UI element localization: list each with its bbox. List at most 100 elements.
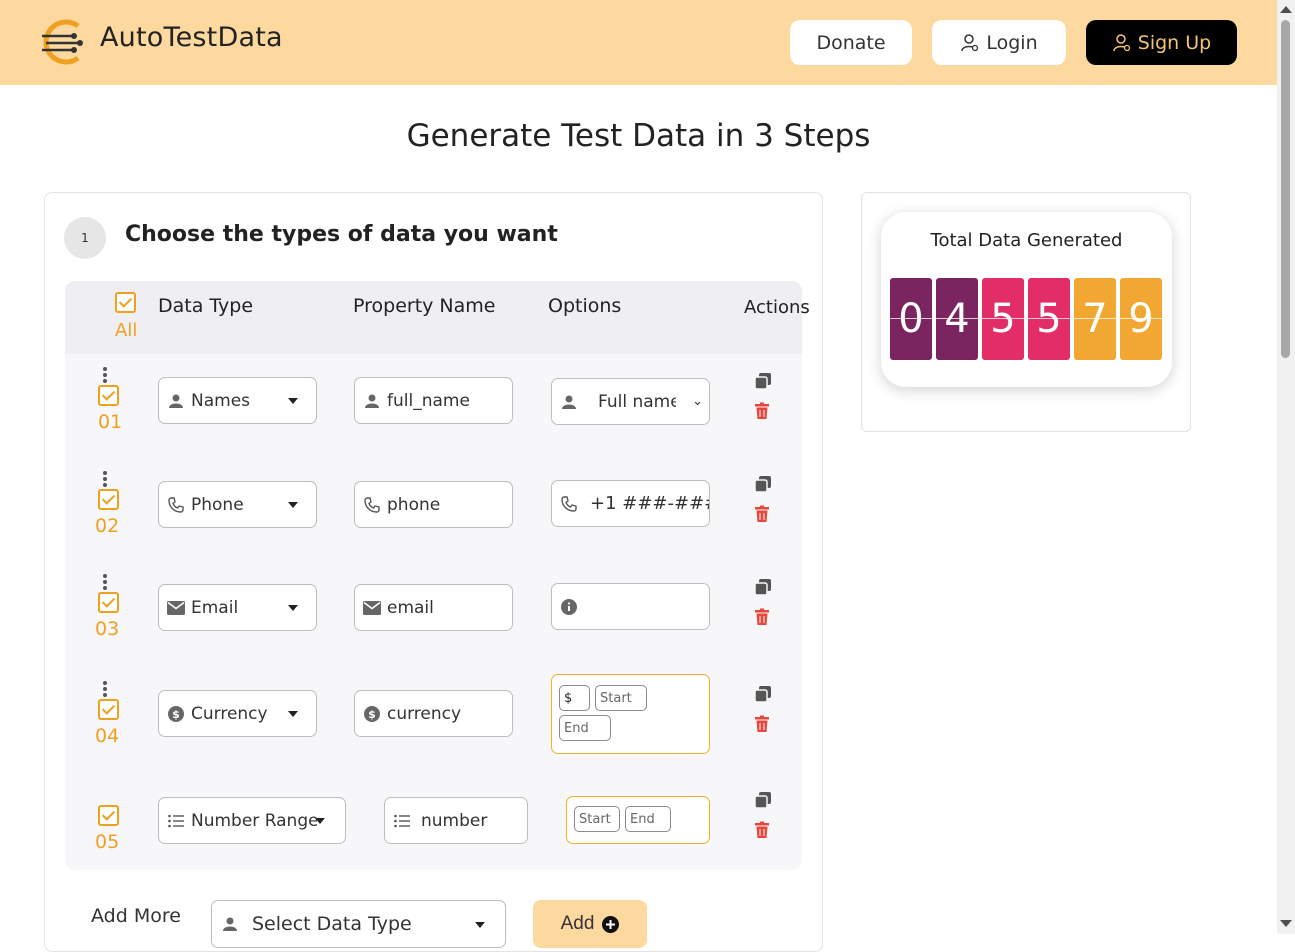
row-number: 03 — [95, 618, 120, 640]
row-number: 05 — [95, 831, 120, 853]
mail-icon — [363, 599, 381, 617]
signup-button[interactable]: Sign Up — [1086, 20, 1237, 65]
email-option-input[interactable] — [551, 583, 710, 630]
option-value: Full name — [598, 391, 676, 412]
data-type-value: Phone — [191, 494, 244, 515]
scroll-up-arrow-icon[interactable] — [1280, 6, 1292, 13]
row-checkbox[interactable] — [98, 385, 119, 406]
step-title: Choose the types of data you want — [125, 222, 558, 247]
row-checkbox[interactable] — [98, 699, 119, 720]
counter-digit: 9 — [1120, 278, 1162, 360]
trash-icon[interactable] — [753, 715, 771, 733]
phone-format-input[interactable]: +1 ###-###-#### — [551, 480, 710, 527]
list-icon — [393, 812, 411, 830]
login-button[interactable]: Login — [932, 20, 1066, 65]
select-all-label: All — [115, 320, 138, 341]
row-checkbox[interactable] — [98, 805, 119, 826]
counter-digit: 0 — [890, 278, 932, 360]
dollar-icon: $ — [167, 705, 185, 723]
drag-handle-icon[interactable] — [103, 367, 107, 383]
svg-text:$: $ — [172, 708, 180, 721]
option-select[interactable]: Full name ⌄ — [551, 378, 710, 425]
signup-label: Sign Up — [1137, 31, 1212, 54]
data-type-select[interactable]: Email — [158, 584, 317, 631]
copy-icon[interactable] — [754, 685, 772, 703]
row-checkbox[interactable] — [98, 489, 119, 510]
range-end-input[interactable]: End — [625, 806, 671, 832]
property-name-input[interactable]: email — [354, 584, 513, 631]
data-type-value: Number Range — [191, 810, 317, 831]
data-type-value: Currency — [191, 703, 268, 724]
data-type-select[interactable]: Number Range — [158, 797, 346, 844]
logo-icon[interactable] — [38, 16, 90, 68]
user-signup-icon — [1113, 33, 1130, 51]
property-name-value: number — [421, 810, 488, 831]
list-icon — [167, 812, 185, 830]
info-icon — [560, 598, 578, 616]
property-name-value: currency — [387, 703, 462, 724]
counter-divider — [890, 318, 1162, 319]
scroll-down-arrow-icon[interactable] — [1280, 920, 1292, 927]
trash-icon[interactable] — [753, 505, 771, 523]
currency-symbol-input[interactable]: $ — [559, 685, 590, 711]
data-type-select[interactable]: Names — [158, 377, 317, 424]
caret-down-icon — [288, 398, 298, 404]
counter-digit: 4 — [936, 278, 978, 360]
user-login-icon — [961, 33, 979, 51]
trash-icon[interactable] — [753, 821, 771, 839]
caret-down-icon — [315, 818, 325, 824]
add-button[interactable]: Add — [533, 900, 647, 948]
donate-button[interactable]: Donate — [790, 20, 912, 65]
column-header-data-type: Data Type — [158, 295, 254, 317]
plus-circle-icon — [602, 915, 620, 933]
counter-digit: 5 — [982, 278, 1024, 360]
select-all-checkbox[interactable] — [115, 292, 136, 313]
caret-down-icon — [288, 605, 298, 611]
property-name-value: full_name — [387, 390, 470, 411]
row-checkbox[interactable] — [98, 592, 119, 613]
drag-handle-icon[interactable] — [103, 681, 107, 697]
scroll-thumb[interactable] — [1281, 20, 1290, 358]
property-name-value: phone — [387, 494, 441, 515]
copy-icon[interactable] — [754, 578, 772, 596]
mail-icon — [167, 599, 185, 617]
property-name-input[interactable]: phone — [354, 481, 513, 528]
counter-digit: 7 — [1074, 278, 1116, 360]
select-data-type-dropdown[interactable]: Select Data Type — [211, 900, 506, 948]
data-type-value: Email — [191, 597, 239, 618]
copy-icon[interactable] — [754, 475, 772, 493]
trash-icon[interactable] — [753, 608, 771, 626]
data-type-table — [65, 281, 802, 870]
page-scrollbar[interactable] — [1277, 0, 1295, 934]
drag-handle-icon[interactable] — [103, 471, 107, 487]
add-more-label: Add More — [91, 905, 181, 927]
range-start-input[interactable]: Start — [574, 806, 620, 832]
phone-icon — [167, 496, 185, 514]
data-type-select[interactable]: Phone — [158, 481, 317, 528]
property-name-input[interactable]: number — [384, 797, 528, 844]
trash-icon[interactable] — [753, 402, 771, 420]
page-title: Generate Test Data in 3 Steps — [406, 118, 871, 154]
person-icon — [560, 393, 578, 411]
brand-name[interactable]: AutoTestData — [100, 22, 283, 53]
data-type-select[interactable]: $ Currency — [158, 690, 317, 737]
caret-down-icon — [475, 922, 485, 928]
copy-icon[interactable] — [754, 372, 772, 390]
login-label: Login — [986, 31, 1038, 54]
add-label: Add — [560, 913, 595, 934]
property-name-input[interactable]: $ currency — [354, 690, 513, 737]
currency-end-input[interactable]: End — [559, 715, 611, 741]
phone-icon — [560, 495, 578, 513]
property-name-input[interactable]: full_name — [354, 377, 513, 424]
person-icon — [167, 392, 185, 410]
caret-down-icon — [288, 502, 298, 508]
property-name-value: email — [387, 597, 434, 618]
column-header-options: Options — [548, 295, 622, 317]
column-header-property-name: Property Name — [353, 295, 496, 317]
dollar-icon: $ — [363, 705, 381, 723]
currency-start-input[interactable]: Start — [595, 685, 647, 711]
copy-icon[interactable] — [754, 791, 772, 809]
drag-handle-icon[interactable] — [103, 574, 107, 590]
caret-down-icon — [288, 711, 298, 717]
counter-title: Total Data Generated — [930, 230, 1123, 251]
